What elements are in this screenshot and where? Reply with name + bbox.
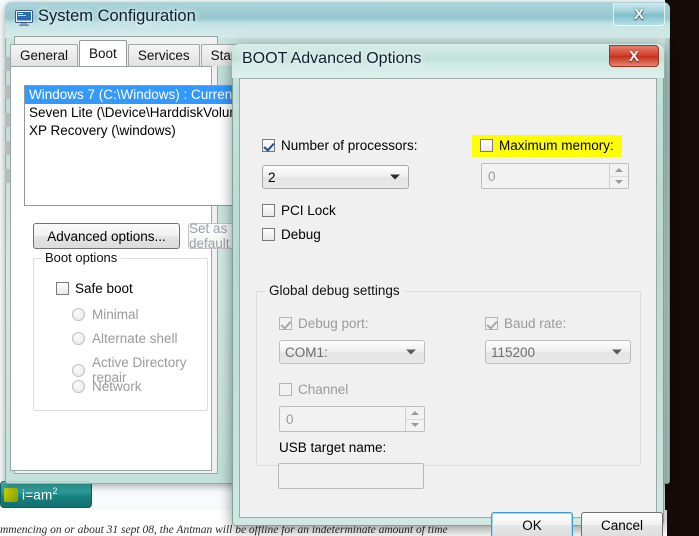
- debug-port-dropdown: COM1:: [279, 340, 425, 364]
- tab-boot-label: Boot: [89, 46, 117, 61]
- number-of-processors-checkbox[interactable]: [262, 139, 275, 152]
- baud-rate-dropdown: 115200: [485, 340, 631, 364]
- debug-checkbox-row[interactable]: Debug: [262, 227, 321, 242]
- window-title: System Configuration: [38, 7, 196, 25]
- channel-checkbox: [279, 383, 292, 396]
- channel-spin-buttons: [405, 407, 424, 431]
- advanced-options-button[interactable]: Advanced options...: [33, 223, 180, 249]
- taskbar-button-label: i=am2: [22, 486, 58, 503]
- close-icon: X: [628, 47, 639, 65]
- channel-label: Channel: [298, 382, 349, 397]
- boot-entry-list[interactable]: Windows 7 (C:\Windows) : Current OS; Def…: [24, 85, 239, 206]
- channel-spinner: 0: [279, 406, 425, 432]
- cancel-button[interactable]: Cancel: [581, 512, 663, 536]
- tab-strip: General Boot Services Startup: [10, 40, 265, 66]
- boot-options-legend: Boot options: [41, 250, 122, 265]
- radio-network-label: Network: [92, 379, 142, 394]
- tab-general-label: General: [20, 48, 69, 63]
- dialog-close-button[interactable]: X: [609, 45, 659, 67]
- triangle-down-icon: [411, 423, 419, 428]
- usb-target-name-label: USB target name:: [279, 440, 387, 455]
- dialog-title-bar[interactable]: BOOT Advanced Options X: [232, 44, 664, 78]
- dark-right-margin: [665, 0, 699, 536]
- taskbar-app-icon: [4, 487, 18, 502]
- screen: mmencing on or about 31 sept 08, the Ant…: [0, 0, 699, 536]
- triangle-up-icon: [615, 167, 623, 172]
- tab-general[interactable]: General: [10, 44, 79, 66]
- radio-alternate-shell-label: Alternate shell: [92, 331, 178, 346]
- radio-network: [72, 380, 85, 393]
- baud-rate-checkbox-row: Baud rate:: [485, 316, 566, 331]
- safe-boot-checkbox[interactable]: [56, 282, 69, 295]
- dialog-body: Number of processors: 2 Maximum memory: …: [239, 78, 663, 536]
- debug-port-label: Debug port:: [298, 316, 369, 331]
- baud-rate-checkbox: [485, 317, 498, 330]
- dialog-title: BOOT Advanced Options: [242, 50, 422, 67]
- computer-monitor-icon: [15, 10, 33, 26]
- spinner-down-button: [406, 420, 424, 432]
- window-title-bar[interactable]: System Configuration X: [5, 2, 670, 38]
- radio-active-directory-repair: [72, 363, 85, 377]
- chevron-down-icon: [406, 349, 416, 355]
- number-of-processors-checkbox-row[interactable]: Number of processors:: [262, 138, 418, 153]
- maximum-memory-checkbox-row[interactable]: Maximum memory:: [480, 138, 614, 153]
- number-of-processors-dropdown[interactable]: 2: [262, 165, 409, 189]
- list-item[interactable]: Windows 7 (C:\Windows) : Current OS; Def…: [25, 86, 238, 104]
- radio-alternate-shell-row: Alternate shell: [72, 331, 178, 346]
- tab-services[interactable]: Services: [127, 44, 200, 66]
- debug-port-value: COM1:: [285, 344, 328, 360]
- maximum-memory-checkbox[interactable]: [480, 139, 493, 152]
- pci-lock-label: PCI Lock: [281, 203, 336, 218]
- number-of-processors-label: Number of processors:: [281, 138, 418, 153]
- maximum-memory-label: Maximum memory:: [499, 138, 614, 153]
- channel-value: 0: [286, 411, 294, 427]
- radio-network-row: Network: [72, 379, 142, 394]
- global-debug-settings-legend: Global debug settings: [265, 283, 404, 298]
- chevron-down-icon: [390, 174, 400, 180]
- debug-port-checkbox-row: Debug port:: [279, 316, 369, 331]
- pci-lock-checkbox-row[interactable]: PCI Lock: [262, 203, 336, 218]
- safe-boot-label: Safe boot: [75, 281, 133, 296]
- triangle-up-icon: [411, 410, 419, 415]
- spinner-down-button[interactable]: [610, 177, 628, 189]
- global-debug-settings-group: Global debug settings Debug port: COM1: …: [256, 283, 641, 466]
- safe-boot-checkbox-row[interactable]: Safe boot: [56, 281, 133, 296]
- debug-label: Debug: [281, 227, 321, 242]
- debug-checkbox[interactable]: [262, 228, 275, 241]
- radio-alternate-shell: [72, 332, 85, 345]
- radio-minimal: [72, 308, 85, 321]
- maximum-memory-value: 0: [488, 168, 496, 184]
- spinner-up-button[interactable]: [610, 164, 628, 177]
- ok-button[interactable]: OK: [491, 512, 573, 536]
- debug-port-checkbox: [279, 317, 292, 330]
- list-item[interactable]: Seven Lite (\Device\HarddiskVolume2): [25, 104, 238, 122]
- triangle-down-icon: [615, 180, 623, 185]
- spinner-up-button: [406, 407, 424, 420]
- maximum-memory-spinner[interactable]: 0: [481, 163, 629, 189]
- pci-lock-checkbox[interactable]: [262, 204, 275, 217]
- chevron-down-icon: [612, 349, 622, 355]
- close-icon: X: [633, 5, 644, 23]
- maximum-memory-spin-buttons[interactable]: [609, 164, 628, 188]
- number-of-processors-value: 2: [268, 169, 276, 185]
- baud-rate-value: 115200: [491, 344, 536, 360]
- tab-services-label: Services: [137, 48, 190, 63]
- taskbar-button-i-am[interactable]: i=am2: [0, 481, 92, 508]
- list-item[interactable]: XP Recovery (\windows): [25, 122, 238, 140]
- usb-target-name-input[interactable]: [278, 463, 424, 489]
- boot-advanced-options-dialog: BOOT Advanced Options X Number of proces…: [232, 44, 664, 536]
- window-close-button[interactable]: X: [613, 3, 665, 26]
- radio-minimal-row: Minimal: [72, 307, 139, 322]
- channel-checkbox-row: Channel: [279, 382, 348, 397]
- baud-rate-label: Baud rate:: [504, 316, 567, 331]
- tab-boot[interactable]: Boot: [79, 40, 127, 66]
- radio-minimal-label: Minimal: [92, 307, 139, 322]
- boot-options-group: Boot options Safe boot Minimal Alternate…: [33, 250, 208, 411]
